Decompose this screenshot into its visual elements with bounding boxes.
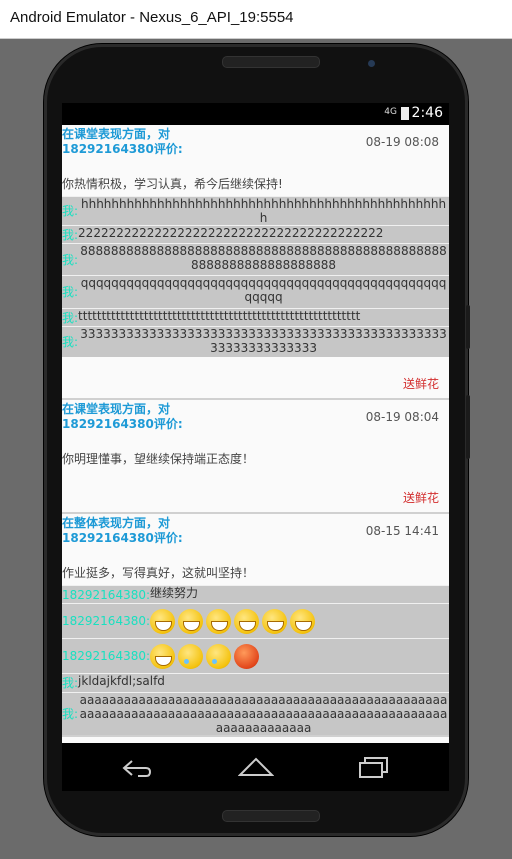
reply-row[interactable]: 我: 3333333333333333333333333333333333333… [62,326,449,357]
reply-author: 我: [62,227,79,242]
laugh-emoji [290,608,316,634]
send-flower-button[interactable]: 送鲜花 [62,489,449,512]
status-bar: 4G 2:46 [62,103,449,125]
feedback-list[interactable]: 在课堂表现方面，对18292164380评价: 08-19 08:08 你热情积… [62,125,449,743]
front-camera [368,60,375,67]
reply-row[interactable]: 我: hhhhhhhhhhhhhhhhhhhhhhhhhhhhhhhhhhhhh… [62,196,449,225]
reply-row[interactable]: 我: 8888888888888888888888888888888888888… [62,243,449,275]
feedback-card: 在课堂表现方面，对18292164380评价: 08-19 08:04 你明理懂… [62,400,449,514]
reply-text: jkldajkfdl;salfd [78,674,165,688]
reply-text: hhhhhhhhhhhhhhhhhhhhhhhhhhhhhhhhhhhhhhhh… [80,197,447,225]
reply-row[interactable]: 18292164380: 继续努力 [62,585,449,603]
reply-text: 继续努力 [150,586,199,600]
evaluation-text: 你明理懂事，望继续保持端正态度！ [62,452,255,466]
reply-row[interactable]: 我: qqqqqqqqqqqqqqqqqqqqqqqqqqqqqqqqqqqqq… [62,275,449,308]
evaluation-type: 在整体表现方面，对18292164380评价: [62,516,183,545]
evaluation-type: 在课堂表现方面，对18292164380评价: [62,402,183,431]
send-flower-button[interactable]: 送鲜花 [62,375,449,398]
reply-row[interactable]: 我: 2222222222222222222222222222222222222… [62,225,449,243]
cry-emoji [206,643,232,669]
cry-emoji [178,643,204,669]
evaluation-type: 在课堂表现方面，对18292164380评价: [62,127,183,156]
battery-icon [401,107,409,120]
reply-author: 18292164380: [62,587,151,602]
reply-author: 18292164380: [62,649,151,663]
reply-text: 8888888888888888888888888888888888888888… [80,244,447,272]
reply-author: 我: [62,252,79,267]
reply-row[interactable]: 我: aaaaaaaaaaaaaaaaaaaaaaaaaaaaaaaaaaaaa… [62,692,449,735]
window-titlebar: Android Emulator - Nexus_6_API_19:5554 [0,0,512,39]
feedback-card: 在整体表现方面，对18292164380评价: 08-15 14:41 作业挺多… [62,514,449,737]
window-title: Android Emulator - Nexus_6_API_19:5554 [10,9,294,26]
laugh-emoji [262,608,288,634]
evaluation-date: 08-15 14:41 [365,524,439,538]
evaluation-date: 08-19 08:04 [365,410,439,424]
evaluation-text: 你热情积极，学习认真，希今后继续保持! [62,177,283,191]
reply-text: aaaaaaaaaaaaaaaaaaaaaaaaaaaaaaaaaaaaaaaa… [79,693,448,735]
laugh-emoji [206,608,232,634]
signal-icon: 4G [384,107,397,117]
reply-row[interactable]: 我: jkldajkfdl;salfd [62,673,449,692]
laugh-emoji [234,608,260,634]
reply-row[interactable]: 我: ttttttttttttttttttttttttttttttttttttt… [62,308,449,326]
reply-author: 我: [62,335,79,349]
feedback-card: 在课堂表现方面，对18292164380评价: 08-19 08:08 你热情积… [62,125,449,400]
reply-row[interactable]: 18292164380: [62,638,449,673]
reply-text: 3333333333333333333333333333333333333333… [80,327,447,355]
reply-author: 我: [62,310,79,325]
laugh-emoji [150,608,176,634]
power-button[interactable] [466,395,470,459]
emoji-group [150,643,449,669]
evaluation-date: 08-19 08:08 [365,135,439,149]
back-icon[interactable] [120,757,154,779]
reply-text: qqqqqqqqqqqqqqqqqqqqqqqqqqqqqqqqqqqqqqqq… [80,276,447,304]
status-time: 2:46 [411,105,443,121]
laugh-emoji [150,643,176,669]
laugh-emoji [178,608,204,634]
bottom-speaker [222,810,320,822]
reply-author: 我: [62,707,79,721]
reply-row[interactable]: 18292164380: [62,603,449,638]
reply-author: 我: [62,204,79,218]
reply-text: tttttttttttttttttttttttttttttttttttttttt… [78,309,361,323]
volume-button[interactable] [466,305,470,349]
angry-emoji [234,643,260,669]
recents-icon[interactable] [357,755,391,779]
evaluation-text: 作业挺多，写得真好，这就叫坚持！ [62,566,255,580]
device-screen: 4G 2:46 在课堂表现方面，对18292164380评价: 08-19 08… [62,103,449,743]
reply-author: 我: [62,285,79,299]
reply-author: 我: [62,676,79,690]
navigation-bar [62,743,449,791]
top-speaker [222,56,320,68]
emoji-group [150,608,449,634]
reply-author: 18292164380: [62,614,151,628]
reply-text: 2222222222222222222222222222222222222222 [78,226,384,240]
home-icon[interactable] [238,756,274,778]
